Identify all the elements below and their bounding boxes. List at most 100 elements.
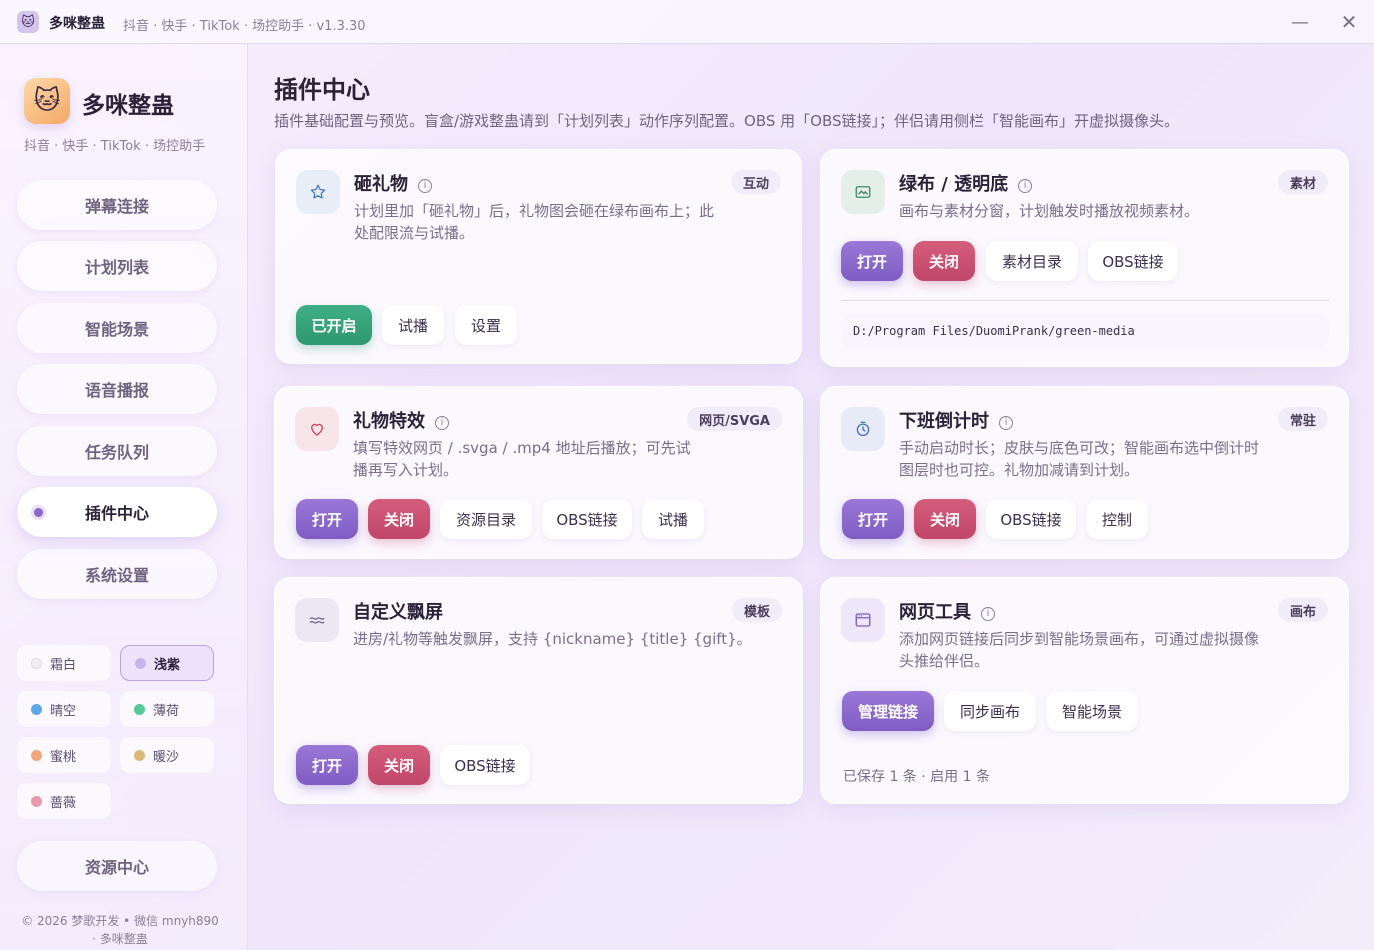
theme-label: 蔷薇 — [50, 795, 77, 811]
footer-brand: · 多咪整蛊 — [92, 932, 148, 946]
open-button[interactable]: 打开 — [842, 499, 904, 539]
info-icon[interactable]: i — [435, 415, 449, 430]
obs-link-button[interactable]: OBS链接 — [1088, 241, 1178, 281]
resource-folder-button[interactable]: 资源目录 — [440, 499, 532, 539]
smart-scene-button[interactable]: 智能场景 — [1046, 691, 1138, 731]
nav-plugin-center[interactable]: 插件中心 — [17, 487, 217, 537]
card-title-text: 下班倒计时 — [899, 411, 989, 432]
plugin-card-green-screen: 绿布 / 透明底 i 素材 画布与素材分窗，计划触发时播放视频素材。 打开 关闭 … — [820, 149, 1349, 367]
theme-peach[interactable]: 蜜桃 — [17, 737, 111, 773]
media-path-field[interactable]: D:/Program Files/DuomiPrank/green-media — [841, 314, 1329, 348]
settings-button[interactable]: 设置 — [455, 305, 517, 345]
nav-label: 系统设置 — [84, 566, 149, 585]
card-title: 自定义飘屏 — [353, 598, 443, 624]
nav-voice-broadcast[interactable]: 语音播报 — [17, 364, 217, 414]
footer-copyright: © 2026 梦歌开发 • 微信 mnyh890 — [21, 914, 219, 928]
nav-task-queue[interactable]: 任务队列 — [17, 426, 217, 476]
title-bar: 🐱 多咪整蛊 抖音 · 快手 · TikTok · 场控助手 · v1.3.30… — [0, 0, 1374, 44]
card-description: 画布与素材分窗，计划触发时播放视频素材。 — [899, 202, 1200, 220]
card-badge: 模板 — [731, 598, 782, 622]
page-title: 插件中心 — [274, 76, 370, 104]
control-button[interactable]: 控制 — [1086, 499, 1148, 539]
plugin-card-countdown: 下班倒计时 i 常驻 手动启动时长；皮肤与底色可改；智能画布选中倒计时图层时也可控… — [820, 386, 1349, 559]
minimize-button[interactable]: — — [1290, 8, 1310, 36]
nav-system-settings[interactable]: 系统设置 — [17, 549, 217, 599]
nav-danmu-connect[interactable]: 弹幕连接 — [17, 180, 217, 230]
plugin-card-smash-gift: 砸礼物 i 互动 计划里加「砸礼物」后，礼物图会砸在绿布画布上；此处配限流与试播。… — [275, 149, 802, 364]
nav-label: 资源中心 — [84, 858, 149, 877]
preview-button[interactable]: 试播 — [382, 305, 444, 345]
close-button[interactable]: 关闭 — [368, 499, 430, 539]
theme-sky[interactable]: 晴空 — [17, 691, 111, 727]
preview-button[interactable]: 试播 — [642, 499, 704, 539]
plugin-card-custom-danmu: 自定义飘屏 模板 进房/礼物等触发飘屏，支持 {nickname} {title… — [274, 577, 803, 804]
open-button[interactable]: 打开 — [296, 745, 358, 785]
close-button[interactable]: 关闭 — [913, 241, 975, 281]
card-title: 网页工具 i — [899, 598, 995, 624]
theme-color-dot — [31, 657, 42, 669]
nav-label: 插件中心 — [84, 504, 149, 523]
theme-rose[interactable]: 蔷薇 — [17, 783, 111, 819]
sidebar: 🐱 多咪整蛊 抖音 · 快手 · TikTok · 场控助手 弹幕连接 计划列表… — [0, 44, 248, 950]
theme-frost[interactable]: 霜白 — [17, 645, 111, 681]
open-button[interactable]: 打开 — [296, 499, 358, 539]
card-description: 手动启动时长；皮肤与底色可改；智能画布选中倒计时图层时也可控。礼物加减请到计划。 — [899, 439, 1260, 479]
close-button[interactable]: 关闭 — [368, 745, 430, 785]
media-folder-button[interactable]: 素材目录 — [986, 241, 1078, 281]
card-title: 绿布 / 透明底 i — [899, 170, 1033, 196]
theme-label: 蜜桃 — [50, 749, 77, 765]
card-title-text: 自定义飘屏 — [353, 602, 443, 623]
app-name: 多咪整蛊 — [49, 16, 105, 32]
theme-label: 浅紫 — [154, 657, 181, 673]
theme-light-purple[interactable]: 浅紫 — [120, 645, 214, 681]
info-icon[interactable]: i — [981, 606, 995, 621]
card-description: 填写特效网页 / .svga / .mp4 地址后播放；可先试播再写入计划。 — [353, 439, 691, 479]
theme-color-dot — [134, 703, 145, 715]
plugin-card-web-tools: 网页工具 i 画布 添加网页链接后同步到智能场景画布，可通过虚拟摄像头推给伴侣。 … — [820, 577, 1349, 804]
card-description: 计划里加「砸礼物」后，礼物图会砸在绿布画布上；此处配限流与试播。 — [354, 202, 715, 242]
card-badge: 素材 — [1277, 170, 1328, 194]
open-button[interactable]: 打开 — [841, 241, 903, 281]
card-title: 礼物特效 i — [353, 407, 449, 433]
card-title: 下班倒计时 i — [899, 407, 1013, 433]
info-icon[interactable]: i — [418, 178, 432, 193]
card-title-text: 砸礼物 — [354, 174, 408, 195]
info-icon[interactable]: i — [999, 415, 1013, 430]
clock-icon — [841, 407, 885, 451]
status-text: 已保存 1 条 · 启用 1 条 — [843, 769, 990, 785]
sync-canvas-button[interactable]: 同步画布 — [944, 691, 1036, 731]
info-icon[interactable]: i — [1018, 178, 1033, 193]
obs-link-button[interactable]: OBS链接 — [440, 745, 530, 785]
nav-label: 语音播报 — [84, 381, 149, 400]
nav-label: 计划列表 — [84, 258, 149, 277]
theme-mint[interactable]: 薄荷 — [120, 691, 214, 727]
nav-label: 弹幕连接 — [84, 197, 149, 216]
theme-label: 晴空 — [50, 703, 77, 719]
heart-icon — [295, 407, 339, 451]
theme-color-dot — [31, 703, 42, 715]
nav-plan-list[interactable]: 计划列表 — [17, 241, 217, 291]
card-title: 砸礼物 i — [354, 170, 432, 196]
obs-link-button[interactable]: OBS链接 — [542, 499, 632, 539]
app-logo-icon: 🐱 — [17, 11, 39, 33]
theme-warm-sand[interactable]: 暖沙 — [120, 737, 214, 773]
footer: © 2026 梦歌开发 • 微信 mnyh890 · 多咪整蛊 — [20, 912, 220, 948]
card-badge: 网页/SVGA — [687, 407, 782, 431]
active-indicator-icon — [34, 508, 43, 517]
divider — [841, 300, 1329, 301]
obs-link-button[interactable]: OBS链接 — [986, 499, 1076, 539]
resource-center-button[interactable]: 资源中心 — [17, 841, 217, 891]
close-button[interactable]: ✕ — [1338, 8, 1360, 36]
theme-label: 霜白 — [50, 657, 77, 673]
app-subtitle: 抖音 · 快手 · TikTok · 场控助手 · v1.3.30 — [123, 19, 366, 34]
manage-links-button[interactable]: 管理链接 — [842, 691, 934, 731]
theme-color-dot — [31, 749, 42, 761]
nav-smart-scene[interactable]: 智能场景 — [17, 303, 217, 353]
card-title-text: 礼物特效 — [353, 411, 425, 432]
page-description: 插件基础配置与预览。盲盒/游戏整蛊请到「计划列表」动作序列配置。OBS 用「OB… — [274, 112, 1180, 130]
browser-icon — [841, 598, 885, 642]
enabled-toggle-button[interactable]: 已开启 — [296, 305, 372, 345]
theme-color-dot — [31, 795, 42, 807]
plugin-card-gift-effects: 礼物特效 i 网页/SVGA 填写特效网页 / .svga / .mp4 地址后播… — [274, 386, 803, 559]
close-button[interactable]: 关闭 — [914, 499, 976, 539]
